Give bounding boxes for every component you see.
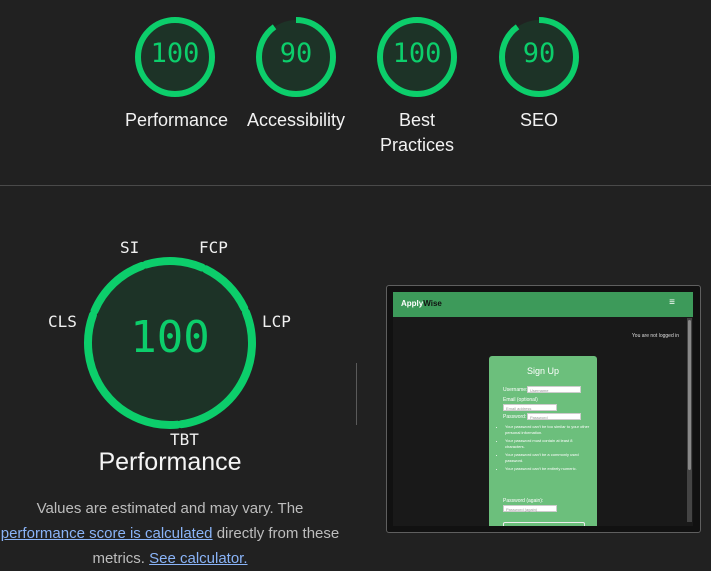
- metric-cls-label: CLS: [48, 312, 77, 331]
- performance-note: Values are estimated and may vary. The p…: [0, 496, 340, 571]
- performance-score: 100: [130, 312, 210, 363]
- metric-fcp-label: FCP: [199, 238, 228, 257]
- login-status-text: You are not logged in: [631, 333, 679, 339]
- signup-title: Sign Up: [526, 366, 560, 376]
- metric-lcp-label: LCP: [262, 312, 291, 331]
- metric-tbt-label: TBT: [170, 430, 199, 449]
- signup-card: Sign Up Username: Username Email (option…: [489, 356, 597, 526]
- gauge-label: Performance: [125, 110, 229, 130]
- gauge-best-practices[interactable]: 100 Best Practices: [367, 15, 467, 158]
- password-rule: Your password must contain at least 8 ch…: [505, 438, 593, 450]
- final-screenshot-thumbnail[interactable]: ApplyWise ≡ You are not logged in Sign U…: [386, 285, 701, 533]
- password-field: Password: [527, 413, 581, 420]
- gauge-label: Best Practices: [379, 110, 455, 155]
- gauge-score: 100: [392, 38, 442, 69]
- password-rule: Your password can't be a commonly used p…: [505, 452, 593, 464]
- section-divider: [0, 185, 711, 186]
- gauge-score: 90: [279, 38, 313, 69]
- metric-si-label: SI: [120, 238, 140, 257]
- password-rule: Your password can't be too similar to yo…: [505, 424, 593, 436]
- gauge-accessibility[interactable]: 90 Accessibility: [246, 15, 346, 133]
- score-calculated-link[interactable]: performance score is calculated: [1, 525, 213, 542]
- gauge-performance[interactable]: 100 Performance: [125, 15, 229, 133]
- username-field: Username: [527, 386, 581, 393]
- password-rule: Your password can't be entirely numeric.: [505, 466, 593, 472]
- thumbnail-scrollbar: [687, 318, 692, 522]
- email-label: Email (optional): [503, 397, 538, 403]
- password-again-label: Password (again):: [503, 498, 544, 504]
- hamburger-menu-icon: ≡: [669, 297, 675, 308]
- gauge-label: Accessibility: [246, 110, 346, 130]
- performance-title: Performance: [98, 448, 242, 476]
- password-rules-list: Your password can't be too similar to yo…: [497, 424, 593, 474]
- note-text: Values are estimated and may vary. The: [36, 500, 304, 517]
- gauge-seo[interactable]: 90 SEO: [489, 15, 589, 133]
- password-label: Password:: [503, 414, 527, 420]
- thumbnail-page: ApplyWise ≡ You are not logged in Sign U…: [393, 292, 693, 526]
- see-calculator-link[interactable]: See calculator.: [149, 550, 247, 567]
- email-field: Email address: [503, 404, 557, 411]
- gauge-label: SEO: [519, 110, 558, 130]
- username-label: Username:: [503, 387, 528, 393]
- thumbnail-navbar: ApplyWise ≡: [393, 292, 693, 317]
- gauge-score: 90: [522, 38, 556, 69]
- gauge-score: 100: [150, 38, 200, 69]
- vertical-divider: [356, 363, 357, 425]
- signup-button: [503, 522, 585, 526]
- password-again-field: Password (again): [503, 505, 557, 512]
- thumbnail-brand: ApplyWise: [401, 299, 442, 308]
